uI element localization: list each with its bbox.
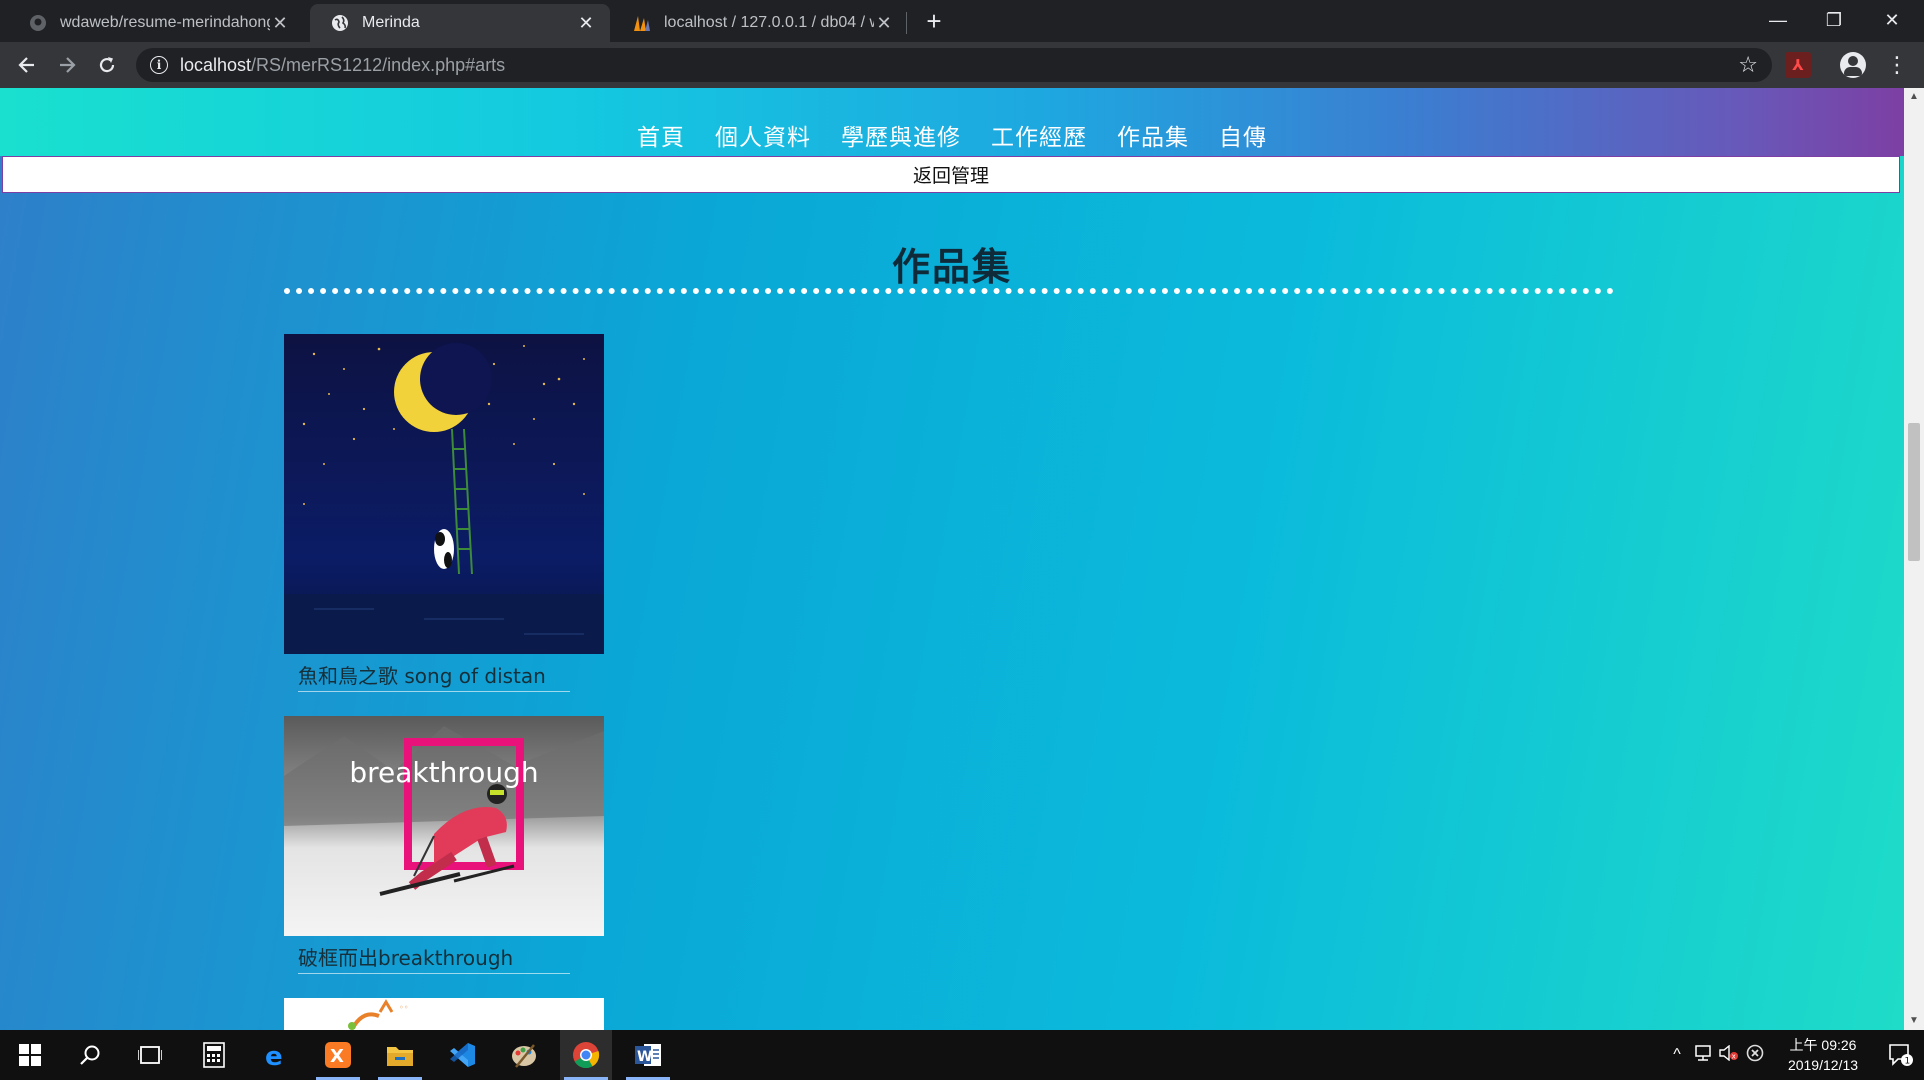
star-icon[interactable]: ☆ <box>1738 52 1758 78</box>
address-bar[interactable]: i localhost/RS/merRS1212/index.php#arts … <box>136 48 1772 82</box>
action-center-button[interactable]: 1 <box>1878 1043 1924 1067</box>
paint-app[interactable] <box>498 1030 550 1080</box>
nav-portfolio[interactable]: 作品集 <box>1117 118 1189 152</box>
tab-title: Merinda <box>362 14 420 31</box>
notification-count: 1 <box>1905 1057 1911 1067</box>
task-view-icon <box>138 1046 162 1064</box>
vscode-app[interactable] <box>436 1030 488 1080</box>
nav-education[interactable]: 學歷與進修 <box>841 118 961 152</box>
notification-icon: 1 <box>1889 1044 1913 1067</box>
svg-text:e: e <box>265 1042 283 1068</box>
xampp-app[interactable]: X <box>312 1030 364 1080</box>
github-icon <box>28 13 48 33</box>
new-tab-button[interactable]: + <box>920 8 948 36</box>
search-button[interactable] <box>64 1030 116 1080</box>
arrow-right-icon <box>60 57 76 73</box>
svg-text:X: X <box>330 1046 344 1067</box>
taskbar-clock[interactable]: 上午 09:26 2019/12/13 <box>1776 1035 1870 1075</box>
xampp-icon: X <box>325 1042 351 1068</box>
minimize-button[interactable]: — <box>1750 0 1806 40</box>
artwork-card[interactable]: breakthrough 破框而出breakthrough <box>284 716 604 974</box>
globe-icon <box>330 13 350 33</box>
system-tray: ^ x 上午 09:26 2019/12/13 1 <box>1664 1030 1924 1080</box>
nav-autobiography[interactable]: 自傳 <box>1219 118 1267 152</box>
admin-link-label: 返回管理 <box>912 165 989 187</box>
artwork-card[interactable]: 魚和鳥之歌 song of distan <box>284 334 604 692</box>
tab-github[interactable]: wdaweb/resume-merindahong ✕ <box>8 4 304 42</box>
artwork-caption: 破框而出breakthrough <box>298 942 570 974</box>
edge-icon: e <box>265 1042 283 1068</box>
edge-app[interactable]: e <box>250 1030 302 1080</box>
reload-button[interactable] <box>92 50 122 80</box>
vscode-icon <box>450 1043 475 1067</box>
artwork-text: breakthrough <box>349 756 538 789</box>
folder-icon <box>387 1047 413 1066</box>
svg-text:W: W <box>637 1049 652 1065</box>
nav-experience[interactable]: 工作經歷 <box>991 118 1087 152</box>
page-viewport: 首頁 個人資料 學歷與進修 工作經歷 作品集 自傳 返回管理 作品集 魚和鳥之歌… <box>0 88 1904 1030</box>
start-button[interactable] <box>4 1030 56 1080</box>
menu-icon[interactable]: ⋮ <box>1886 50 1908 80</box>
tab-title: wdaweb/resume-merindahong <box>60 14 270 31</box>
calculator-app[interactable] <box>188 1030 240 1080</box>
section-title: 作品集 <box>891 245 1012 289</box>
nav-profile[interactable]: 個人資料 <box>715 118 811 152</box>
chevron-up-icon[interactable]: ^ <box>1664 1046 1690 1064</box>
status-error-icon[interactable] <box>1742 1044 1768 1067</box>
word-icon: W <box>635 1044 661 1066</box>
svg-text:x: x <box>1732 1052 1736 1060</box>
close-icon[interactable]: ✕ <box>576 13 596 34</box>
url-path: /RS/merRS1212/index.php#arts <box>251 54 506 75</box>
nav-home[interactable]: 首頁 <box>637 118 685 152</box>
tab-merinda[interactable]: Merinda ✕ <box>310 4 610 42</box>
paint-palette-icon <box>512 1044 536 1068</box>
tab-phpmyadmin[interactable]: localhost / 127.0.0.1 / db04 / w ✕ <box>612 4 908 42</box>
url-host: localhost <box>180 54 252 75</box>
restore-button[interactable]: ❐ <box>1806 0 1862 40</box>
partial-logo-artwork[interactable]: ◦◦ <box>284 998 604 1030</box>
close-icon[interactable]: ✕ <box>874 13 894 34</box>
moon-ladder-panda-artwork[interactable] <box>284 334 604 654</box>
network-icon[interactable] <box>1690 1044 1716 1066</box>
skier-breakthrough-artwork[interactable]: breakthrough <box>284 716 604 936</box>
close-window-button[interactable]: ✕ <box>1864 0 1920 40</box>
back-button[interactable] <box>12 50 42 80</box>
arrow-left-icon <box>18 57 34 73</box>
tab-title: localhost / 127.0.0.1 / db04 / w <box>664 14 874 31</box>
profile-icon[interactable] <box>1840 52 1866 78</box>
clock-date: 2019/12/13 <box>1787 1057 1859 1073</box>
word-app[interactable]: W <box>622 1030 674 1080</box>
artwork-card[interactable]: ◦◦ <box>284 998 604 1030</box>
windows-start-icon <box>19 1044 41 1066</box>
file-explorer-app[interactable] <box>374 1030 426 1080</box>
volume-muted-icon[interactable]: x <box>1716 1044 1742 1066</box>
task-view-button[interactable] <box>124 1030 176 1080</box>
scrollbar-thumb[interactable] <box>1908 423 1920 561</box>
browser-tab-strip: wdaweb/resume-merindahong ✕ Merinda ✕ lo… <box>0 0 1924 42</box>
site-header: 首頁 個人資料 學歷與進修 工作經歷 作品集 自傳 <box>0 88 1904 156</box>
dotted-divider <box>284 288 1614 294</box>
info-icon[interactable]: i <box>150 56 168 74</box>
browser-toolbar: i localhost/RS/merRS1212/index.php#arts … <box>0 42 1924 88</box>
scroll-down-arrow-icon[interactable]: ▼ <box>1904 1012 1924 1030</box>
clock-time: 上午 09:26 <box>1789 1037 1857 1053</box>
windows-taskbar: e X W ^ x 上午 09:26 2019/12/13 1 <box>0 1030 1924 1080</box>
close-icon[interactable]: ✕ <box>270 13 290 34</box>
forward-button[interactable] <box>52 50 82 80</box>
page-scrollbar[interactable]: ▲ ▼ <box>1904 88 1924 1030</box>
tab-separator <box>906 12 907 34</box>
search-icon <box>80 1045 100 1065</box>
pdf-extension-icon[interactable]: ⅄ <box>1785 52 1811 78</box>
scroll-up-arrow-icon[interactable]: ▲ <box>1904 88 1924 106</box>
phpmyadmin-icon <box>632 13 652 33</box>
site-nav: 首頁 個人資料 學歷與進修 工作經歷 作品集 自傳 <box>0 118 1904 152</box>
chrome-app[interactable] <box>560 1030 612 1080</box>
artwork-caption: 魚和鳥之歌 song of distan <box>298 660 570 692</box>
reload-icon <box>99 57 115 73</box>
chrome-icon <box>573 1042 600 1069</box>
back-to-admin-link[interactable]: 返回管理 <box>2 156 1900 193</box>
svg-text:◦◦: ◦◦ <box>399 1003 408 1012</box>
calculator-icon <box>203 1042 225 1068</box>
